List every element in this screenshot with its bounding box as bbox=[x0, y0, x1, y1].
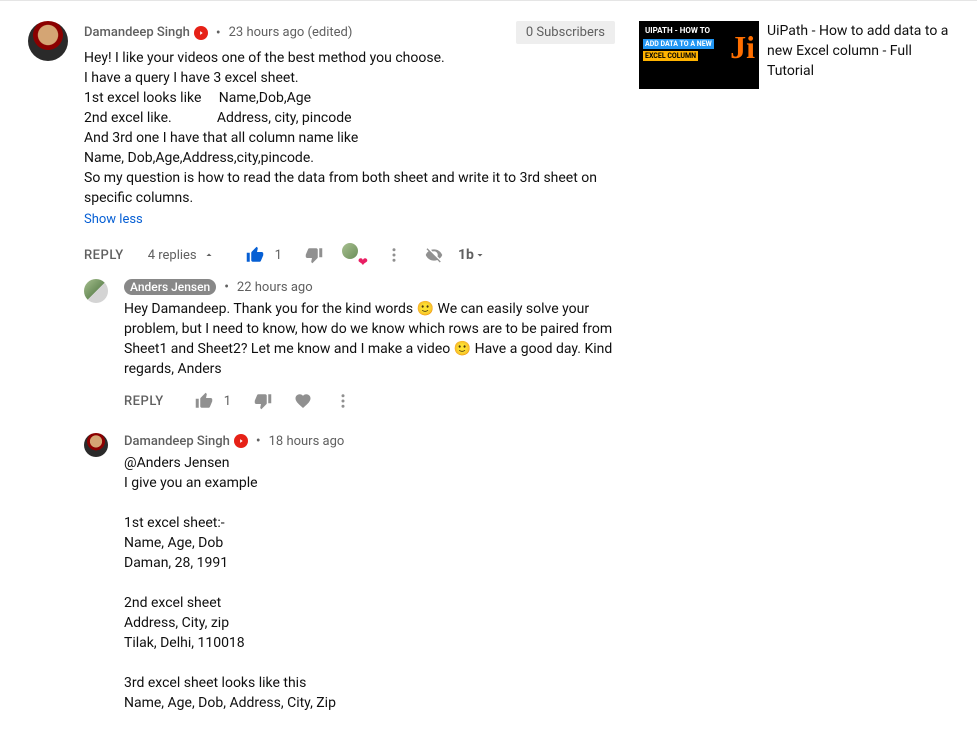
reply-header: Damandeep Singh • 18 hours ago bbox=[124, 433, 615, 449]
subscribe-badge-icon bbox=[194, 26, 208, 40]
subscriber-count-badge: 0 Subscribers bbox=[516, 21, 615, 44]
reply: Damandeep Singh • 18 hours ago @Anders J… bbox=[84, 433, 615, 713]
author-name[interactable]: Anders Jensen bbox=[124, 279, 216, 295]
like-button[interactable] bbox=[188, 385, 220, 417]
chevron-up-icon bbox=[203, 249, 215, 261]
like-count: 1 bbox=[224, 394, 231, 409]
comment-header: Damandeep Singh • 23 hours ago (edited) … bbox=[84, 21, 615, 44]
author-name[interactable]: Damandeep Singh bbox=[84, 25, 190, 40]
comments-section: Damandeep Singh • 23 hours ago (edited) … bbox=[28, 21, 615, 729]
timestamp[interactable]: 22 hours ago bbox=[237, 280, 313, 295]
reply-actions: REPLY 1 bbox=[124, 385, 615, 417]
reply-body: Hey Damandeep. Thank you for the kind wo… bbox=[124, 299, 615, 379]
visibility-off-icon[interactable] bbox=[418, 239, 450, 271]
separator-dot: • bbox=[256, 433, 261, 449]
separator-dot: • bbox=[224, 279, 229, 295]
like-count: 1 bbox=[275, 248, 282, 263]
show-less-link[interactable]: Show less bbox=[84, 212, 143, 227]
thumb-text-line1: UIPATH - HOW TO bbox=[643, 25, 712, 36]
replies-toggle[interactable]: 4 replies bbox=[148, 248, 215, 263]
more-options-button[interactable] bbox=[327, 385, 359, 417]
replies-list: Anders Jensen • 22 hours ago Hey Damande… bbox=[84, 279, 615, 713]
video-thumbnail: UIPATH - HOW TO ADD DATA TO A NEW EXCEL … bbox=[639, 21, 759, 89]
more-options-button[interactable] bbox=[378, 239, 410, 271]
replies-count-label: 4 replies bbox=[148, 248, 197, 263]
like-button[interactable] bbox=[239, 239, 271, 271]
comment-actions: REPLY 4 replies 1 ❤ bbox=[84, 239, 615, 271]
comment-body: Hey! I like your videos one of the best … bbox=[84, 48, 615, 208]
heart-icon: ❤ bbox=[358, 255, 368, 269]
timestamp[interactable]: 23 hours ago (edited) bbox=[229, 25, 353, 40]
comment: Damandeep Singh • 23 hours ago (edited) … bbox=[28, 21, 615, 271]
subscribe-badge-icon bbox=[234, 434, 248, 448]
creator-heart[interactable]: ❤ bbox=[338, 239, 370, 271]
separator-dot: • bbox=[216, 25, 221, 41]
creator-avatar-icon bbox=[342, 243, 358, 259]
reply-button[interactable]: REPLY bbox=[124, 394, 164, 409]
thumb-text-line2: ADD DATA TO A NEW bbox=[643, 39, 714, 49]
author-name[interactable]: Damandeep Singh bbox=[124, 434, 230, 449]
tubebuddy-icon[interactable]: 1b bbox=[458, 247, 486, 263]
related-videos: UIPATH - HOW TO ADD DATA TO A NEW EXCEL … bbox=[639, 21, 949, 729]
dislike-button[interactable] bbox=[298, 239, 330, 271]
heart-button[interactable] bbox=[287, 385, 319, 417]
video-card[interactable]: UIPATH - HOW TO ADD DATA TO A NEW EXCEL … bbox=[639, 21, 949, 89]
reply-button[interactable]: REPLY bbox=[84, 248, 124, 263]
reply-header: Anders Jensen • 22 hours ago bbox=[124, 279, 615, 295]
reply: Anders Jensen • 22 hours ago Hey Damande… bbox=[84, 279, 615, 417]
avatar[interactable] bbox=[28, 21, 68, 61]
dislike-button[interactable] bbox=[247, 385, 279, 417]
timestamp[interactable]: 18 hours ago bbox=[269, 434, 345, 449]
avatar[interactable] bbox=[84, 433, 108, 457]
thumb-logo: Ji bbox=[730, 29, 755, 66]
video-title: UiPath - How to add data to a new Excel … bbox=[767, 21, 949, 89]
reply-body: @Anders Jensen I give you an example 1st… bbox=[124, 453, 615, 713]
thumb-text-line3: EXCEL COLUMN bbox=[643, 51, 698, 61]
avatar[interactable] bbox=[84, 279, 108, 303]
